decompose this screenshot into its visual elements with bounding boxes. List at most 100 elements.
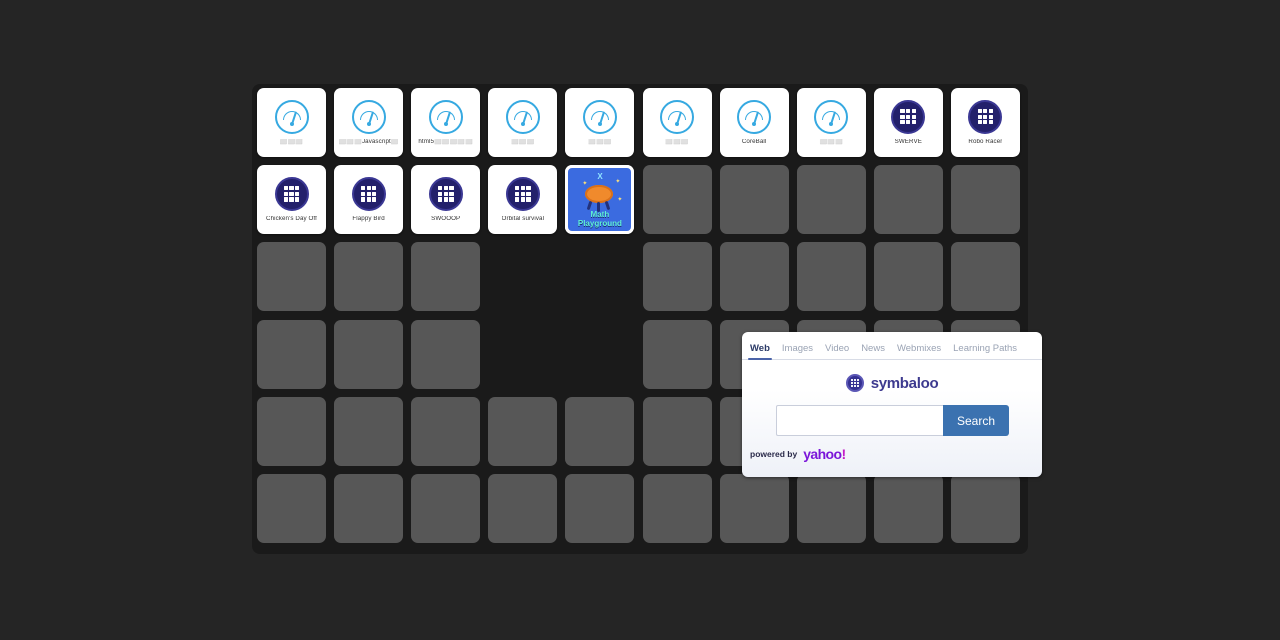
gauge-icon (737, 99, 772, 134)
search-row: Search (776, 405, 1009, 436)
empty-tile[interactable] (642, 396, 712, 466)
tile-label: ⬜⬜⬜Javascript⬜ (338, 138, 399, 145)
symbaloo-webmix-board: ⬜⬜⬜ ⬜⬜⬜Javascript⬜ html5⬜⬜⬜⬜⬜ ⬜⬜⬜ ⬜⬜⬜ ⬜⬜⬜ Core… (252, 84, 1042, 554)
empty-tile[interactable] (719, 474, 789, 543)
tile-label: Chicken's Day Off (266, 215, 317, 222)
empty-tile[interactable] (873, 165, 943, 235)
empty-tile[interactable] (642, 165, 712, 235)
empty-tile[interactable] (257, 319, 326, 389)
symbaloo-grid-icon (274, 176, 309, 211)
empty-tile[interactable] (950, 242, 1020, 312)
tile-label: Orbital survival (501, 215, 545, 222)
tile-label: SWERVE (894, 138, 922, 145)
search-tabs: Web Images Video News Webmixes Learning Paths (742, 332, 1042, 360)
tile-swooop[interactable]: SWOOOP (411, 165, 481, 235)
tile-flappy-bird[interactable]: Flappy Bird (334, 165, 404, 235)
empty-tile[interactable] (334, 396, 404, 466)
empty-tile[interactable] (411, 474, 481, 543)
yahoo-exclamation: ! (841, 446, 846, 462)
powered-by-label: powered by (750, 449, 798, 459)
tile-label: CoreBall (741, 138, 767, 145)
gauge-icon (274, 99, 309, 134)
tile-javascript[interactable]: ⬜⬜⬜Javascript⬜ (334, 88, 404, 157)
symbaloo-logo-icon (845, 374, 864, 392)
empty-tile[interactable] (488, 396, 558, 466)
search-input[interactable] (776, 405, 943, 436)
tab-images[interactable]: Images (782, 343, 813, 359)
tile-game[interactable]: ⬜⬜⬜ (257, 88, 326, 157)
gauge-icon (660, 99, 694, 134)
symbaloo-grid-icon (505, 176, 540, 211)
empty-tile[interactable] (334, 474, 404, 543)
tile-game[interactable]: ⬜⬜⬜ (565, 88, 635, 157)
empty-tile[interactable] (257, 242, 326, 312)
tile-label: ⬜⬜⬜ (279, 138, 304, 145)
gauge-icon (428, 99, 463, 134)
symbaloo-wordmark: symbaloo (870, 374, 939, 392)
empty-tile[interactable] (411, 319, 481, 389)
symbaloo-grid-icon (968, 99, 1003, 134)
math-playground-icon: X ✦ ✦ ✦ Math Playground (565, 165, 635, 235)
gauge-icon (351, 99, 386, 134)
tile-game[interactable]: ⬜⬜⬜ (488, 88, 558, 157)
gauge-icon (814, 99, 849, 134)
tile-label: Flappy Bird (352, 215, 385, 222)
empty-tile[interactable] (796, 165, 866, 235)
empty-tile[interactable] (950, 165, 1020, 235)
tab-web[interactable]: Web (748, 343, 772, 360)
tile-game[interactable]: ⬜⬜⬜ (642, 88, 712, 157)
empty-tile[interactable] (565, 474, 635, 543)
tile-label: Robo Racer (968, 138, 1003, 145)
empty-tile[interactable] (257, 474, 326, 543)
tab-webmixes[interactable]: Webmixes (897, 343, 941, 359)
symbaloo-grid-icon (351, 176, 386, 211)
empty-tile[interactable] (334, 242, 404, 312)
tile-coreball[interactable]: CoreBall (719, 88, 789, 157)
tile-swerve[interactable]: SWERVE (873, 88, 943, 157)
empty-tile[interactable] (950, 474, 1020, 543)
symbaloo-grid-icon (428, 176, 463, 211)
mp-variable-x: X (597, 172, 603, 182)
empty-tile[interactable] (873, 242, 943, 312)
empty-tile[interactable] (642, 319, 712, 389)
tile-chicken-s-day-off[interactable]: Chicken's Day Off (257, 165, 326, 235)
tile-label: html5⬜⬜⬜⬜⬜ (418, 138, 474, 145)
gauge-icon (582, 99, 617, 134)
empty-tile[interactable] (334, 319, 404, 389)
tile-label: ⬜⬜⬜ (511, 138, 535, 145)
empty-tile[interactable] (642, 242, 712, 312)
tab-learning-paths[interactable]: Learning Paths (953, 343, 1017, 359)
search-widget: Web Images Video News Webmixes Learning Paths… (742, 332, 1042, 477)
empty-tile[interactable] (488, 474, 558, 543)
tile-html5[interactable]: html5⬜⬜⬜⬜⬜ (411, 88, 481, 157)
yahoo-logo: yahoo! (803, 446, 846, 462)
empty-tile[interactable] (411, 396, 481, 466)
empty-tile[interactable] (642, 474, 712, 543)
tile-label: ⬜⬜⬜ (588, 138, 612, 145)
empty-tile[interactable] (796, 474, 866, 543)
tile-grid: ⬜⬜⬜ ⬜⬜⬜Javascript⬜ html5⬜⬜⬜⬜⬜ ⬜⬜⬜ ⬜⬜⬜ ⬜⬜⬜ Core… (257, 88, 1023, 550)
powered-by: powered by yahoo! (750, 446, 1042, 462)
tile-game[interactable]: ⬜⬜⬜ (796, 88, 866, 157)
tile-robo-racer[interactable]: Robo Racer (950, 88, 1020, 157)
tile-label: ⬜⬜⬜ (665, 138, 689, 145)
empty-tile[interactable] (257, 396, 326, 466)
tile-label: SWOOOP (431, 215, 461, 222)
tile-orbital-survival[interactable]: Orbital survival (488, 165, 558, 235)
search-button[interactable]: Search (943, 405, 1009, 436)
mp-title: Math Playground (577, 210, 622, 229)
tile-label: ⬜⬜⬜ (819, 138, 843, 145)
empty-tile[interactable] (719, 242, 789, 312)
yahoo-wordmark-text: yahoo (803, 446, 842, 462)
empty-tile[interactable] (719, 165, 789, 235)
tab-video[interactable]: Video (825, 343, 849, 359)
empty-tile[interactable] (411, 242, 481, 312)
empty-tile[interactable] (565, 396, 635, 466)
tile-math-playground[interactable]: X ✦ ✦ ✦ Math Playground (565, 165, 635, 235)
gauge-icon (505, 99, 540, 134)
symbaloo-grid-icon (891, 99, 926, 134)
symbaloo-brand: symbaloo (742, 374, 1042, 392)
empty-tile[interactable] (873, 474, 943, 543)
empty-tile[interactable] (796, 242, 866, 312)
tab-news[interactable]: News (861, 343, 885, 359)
